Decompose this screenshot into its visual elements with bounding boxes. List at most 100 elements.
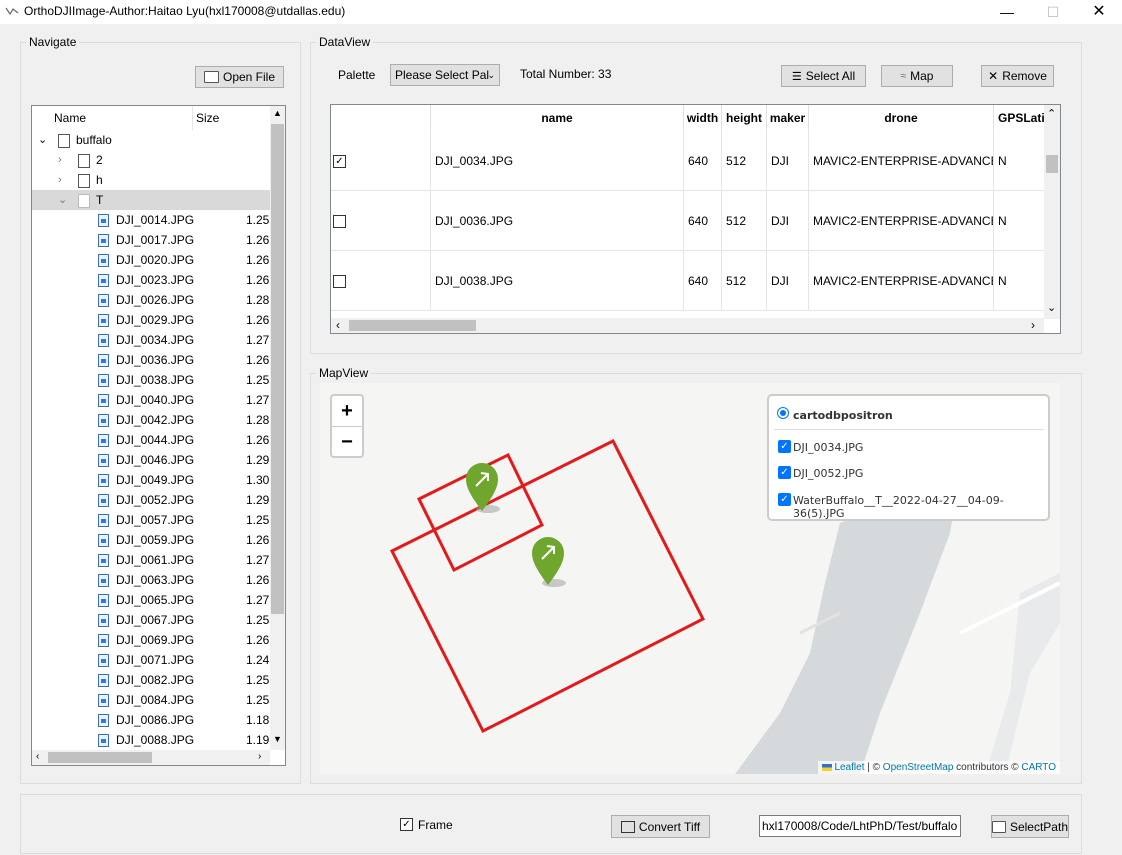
tree-file-row[interactable]: DJI_0071.JPG 1.24: [32, 650, 270, 670]
tree-vertical-scrollbar[interactable]: ▲ ▼: [270, 106, 285, 750]
tree-file-row[interactable]: DJI_0088.JPG 1.19: [32, 730, 270, 750]
chevron-down-icon[interactable]: ⌄: [38, 130, 47, 150]
cell-maker[interactable]: DJI: [767, 131, 809, 191]
tree-file-row[interactable]: DJI_0026.JPG 1.28: [32, 290, 270, 310]
tree-file-row[interactable]: DJI_0082.JPG 1.25: [32, 670, 270, 690]
tree-file-row[interactable]: DJI_0014.JPG 1.25: [32, 210, 270, 230]
table-hscroll-thumb[interactable]: [349, 320, 476, 331]
remove-button[interactable]: ✕ Remove: [981, 65, 1054, 87]
cell-drone[interactable]: MAVIC2-ENTERPRISE-ADVANCED: [809, 131, 994, 191]
tree-file-row[interactable]: DJI_0063.JPG 1.26: [32, 570, 270, 590]
tree-file-row[interactable]: DJI_0052.JPG 1.29: [32, 490, 270, 510]
convert-tiff-button[interactable]: Convert Tiff: [611, 815, 710, 838]
column-header[interactable]: height: [722, 105, 767, 131]
scroll-right-icon[interactable]: ›: [1031, 318, 1035, 332]
osm-link[interactable]: OpenStreetMap: [883, 762, 954, 773]
column-header[interactable]: maker: [767, 105, 809, 131]
tree-header-name[interactable]: Name: [54, 111, 86, 125]
tree-file-row[interactable]: DJI_0084.JPG 1.25: [32, 690, 270, 710]
tree-file-row[interactable]: DJI_0034.JPG 1.27: [32, 330, 270, 350]
tree-horizontal-scrollbar[interactable]: ‹ ›: [32, 750, 270, 765]
zoom-in-button[interactable]: +: [332, 396, 362, 427]
cell-gps[interactable]: N: [994, 251, 1044, 311]
cell-name[interactable]: DJI_0034.JPG: [431, 131, 684, 191]
scroll-up-icon[interactable]: ⌃: [1047, 107, 1056, 120]
table-vertical-scrollbar[interactable]: ⌃ ⌄: [1044, 105, 1060, 319]
tree-file-row[interactable]: DJI_0036.JPG 1.26: [32, 350, 270, 370]
zoom-out-button[interactable]: −: [332, 427, 362, 457]
overlay-checkbox[interactable]: ✓: [778, 493, 791, 506]
column-header[interactable]: name: [431, 105, 684, 131]
tree-file-row[interactable]: DJI_0057.JPG 1.25: [32, 510, 270, 530]
table-row[interactable]: DJI_0038.JPG 640 512 DJI MAVIC2-ENTERPRISE-A…: [331, 251, 1044, 311]
tree-file-row[interactable]: DJI_0059.JPG 1.26: [32, 530, 270, 550]
cell-height[interactable]: 512: [722, 251, 767, 311]
palette-select[interactable]: Please Select Pal ⌄: [390, 64, 500, 86]
scroll-left-icon[interactable]: ‹: [36, 751, 39, 762]
cell-maker[interactable]: DJI: [767, 191, 809, 251]
scroll-down-icon[interactable]: ⌄: [1047, 301, 1056, 314]
map-canvas[interactable]: + − cartodbpositron ✓ DJI_0034.JPG ✓ DJI…: [320, 383, 1060, 774]
cell-height[interactable]: 512: [722, 191, 767, 251]
chevron-right-icon[interactable]: ›: [58, 150, 62, 170]
cell-name[interactable]: DJI_0038.JPG: [431, 251, 684, 311]
tree-file-row[interactable]: DJI_0017.JPG 1.26: [32, 230, 270, 250]
map-marker[interactable]: [532, 537, 566, 587]
cell-maker[interactable]: DJI: [767, 251, 809, 311]
cell-drone[interactable]: MAVIC2-ENTERPRISE-ADVANCED: [809, 191, 994, 251]
tree-file-row[interactable]: DJI_0049.JPG 1.30: [32, 470, 270, 490]
tree-folder-row[interactable]: ⌄ T: [32, 190, 270, 210]
select-path-button[interactable]: SelectPath: [991, 815, 1069, 838]
cell-width[interactable]: 640: [684, 251, 722, 311]
minimize-button[interactable]: —: [984, 0, 1030, 24]
scroll-left-icon[interactable]: ‹: [336, 318, 340, 332]
data-table[interactable]: name width height maker drone GPSLati ✓ DJI_00…: [330, 104, 1061, 334]
scroll-up-icon[interactable]: ▲: [273, 108, 282, 118]
chevron-right-icon[interactable]: ›: [58, 170, 62, 190]
table-scroll-thumb[interactable]: [1046, 155, 1058, 173]
cell-height[interactable]: 512: [722, 131, 767, 191]
select-all-button[interactable]: ☰ Select All: [781, 65, 866, 87]
frame-checkbox[interactable]: ✓: [400, 818, 413, 831]
close-button[interactable]: ✕: [1076, 0, 1122, 24]
tree-file-row[interactable]: DJI_0061.JPG 1.27: [32, 550, 270, 570]
column-header[interactable]: [331, 105, 431, 131]
cell-name[interactable]: DJI_0036.JPG: [431, 191, 684, 251]
row-checkbox[interactable]: ✓: [333, 155, 346, 168]
cell-drone[interactable]: MAVIC2-ENTERPRISE-ADVANCED: [809, 251, 994, 311]
tree-file-row[interactable]: DJI_0029.JPG 1.26: [32, 310, 270, 330]
scroll-down-icon[interactable]: ▼: [273, 734, 282, 744]
carto-link[interactable]: CARTO: [1021, 762, 1056, 773]
leaflet-link[interactable]: Leaflet: [834, 762, 864, 773]
overlay-checkbox[interactable]: ✓: [778, 440, 791, 453]
table-horizontal-scrollbar[interactable]: ‹ ›: [331, 318, 1044, 333]
column-header[interactable]: drone: [809, 105, 994, 131]
maximize-button[interactable]: ☐: [1030, 0, 1076, 24]
tree-file-row[interactable]: DJI_0038.JPG 1.25: [32, 370, 270, 390]
row-checkbox[interactable]: [333, 275, 346, 288]
map-button[interactable]: ≈ Map: [881, 65, 953, 87]
tree-file-row[interactable]: DJI_0069.JPG 1.26: [32, 630, 270, 650]
tree-file-row[interactable]: DJI_0044.JPG 1.26: [32, 430, 270, 450]
cell-width[interactable]: 640: [684, 191, 722, 251]
file-tree[interactable]: Name Size ⌄ buffalo › 2 › h ⌄ T DJI_0014.JPG 1.25…: [31, 105, 286, 766]
tree-file-row[interactable]: DJI_0086.JPG 1.18: [32, 710, 270, 730]
tree-scroll-thumb[interactable]: [271, 124, 284, 614]
open-file-button[interactable]: Open File: [195, 66, 284, 88]
column-header[interactable]: width: [684, 105, 722, 131]
tree-file-row[interactable]: DJI_0067.JPG 1.25: [32, 610, 270, 630]
table-row[interactable]: ✓ DJI_0034.JPG 640 512 DJI MAVIC2-ENTERPRISE-…: [331, 131, 1044, 191]
tree-file-row[interactable]: DJI_0065.JPG 1.27: [32, 590, 270, 610]
tree-folder-row[interactable]: › h: [32, 170, 270, 190]
tree-file-row[interactable]: DJI_0042.JPG 1.28: [32, 410, 270, 430]
tree-header-size[interactable]: Size: [196, 111, 219, 125]
cell-gps[interactable]: N: [994, 131, 1044, 191]
chevron-down-icon[interactable]: ⌄: [58, 190, 67, 210]
tree-hscroll-thumb[interactable]: [48, 752, 152, 763]
table-row[interactable]: DJI_0036.JPG 640 512 DJI MAVIC2-ENTERPRISE-A…: [331, 191, 1044, 251]
scroll-right-icon[interactable]: ›: [258, 751, 261, 762]
tree-file-row[interactable]: DJI_0046.JPG 1.29: [32, 450, 270, 470]
base-layer-radio[interactable]: [777, 407, 789, 419]
tree-folder-row[interactable]: › 2: [32, 150, 270, 170]
path-input[interactable]: hxl170008/Code/LhtPhD/Test/buffalo: [759, 815, 961, 837]
